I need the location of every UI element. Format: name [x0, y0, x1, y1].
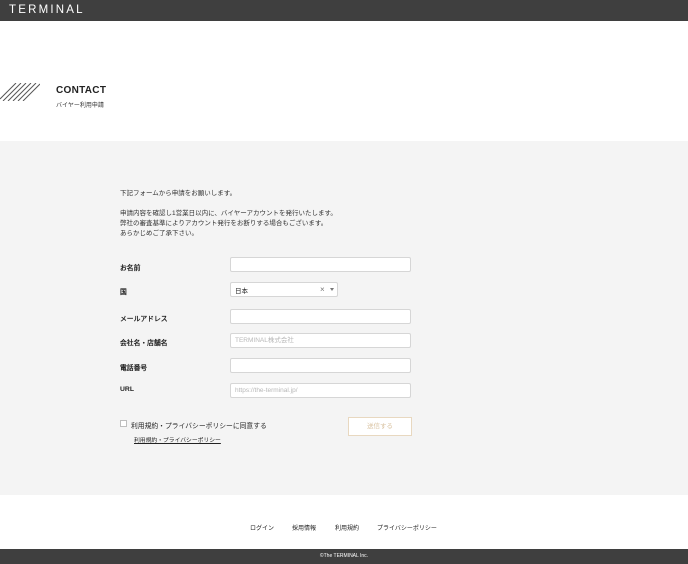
url-label: URL [120, 386, 134, 393]
intro-text: 下記フォームから申請をお願いします。 [120, 190, 237, 197]
intro-text: あらかじめご了承下さい。 [120, 230, 198, 237]
hero-section [0, 21, 688, 141]
country-select[interactable]: 日本 × [230, 282, 338, 297]
company-label: 会社名・店舗名 [120, 340, 168, 347]
page-title: CONTACT [56, 85, 107, 96]
url-input[interactable] [230, 383, 411, 398]
intro-text: 申請内容を確認し1営業日以内に、バイヤーアカウントを発行いたします。 [120, 210, 337, 217]
footer-link-login[interactable]: ログイン [250, 523, 274, 532]
footer-link-careers[interactable]: 採用情報 [292, 523, 316, 532]
agree-label[interactable]: 利用規約・プライバシーポリシーに同意する [131, 420, 267, 430]
diagonal-stripes-decoration [0, 83, 40, 101]
company-input[interactable] [230, 333, 411, 348]
name-label: お名前 [120, 265, 141, 272]
phone-label: 電話番号 [120, 365, 148, 372]
top-bar: TERMINAL [0, 0, 688, 21]
footer-link-privacy[interactable]: プライバシーポリシー [377, 523, 437, 532]
terminal-logo[interactable]: TERMINAL [9, 4, 85, 17]
footer-link-terms[interactable]: 利用規約 [335, 523, 359, 532]
name-input[interactable] [230, 257, 411, 272]
submit-button[interactable]: 送信する [348, 417, 412, 436]
email-label: メールアドレス [120, 316, 168, 323]
clear-icon[interactable]: × [320, 284, 325, 295]
footer-nav: ログイン 採用情報 利用規約 プライバシーポリシー [0, 495, 688, 549]
agree-checkbox[interactable] [120, 420, 127, 427]
bottom-bar: ©The TERMINAL Inc. [0, 549, 688, 564]
country-label: 国 [120, 289, 127, 296]
email-input[interactable] [230, 309, 411, 324]
intro-text: 弊社の審査基準によりアカウント発行をお断りする場合もございます。 [120, 220, 328, 227]
phone-input[interactable] [230, 358, 411, 373]
country-select-value: 日本 [235, 288, 248, 295]
terms-privacy-link[interactable]: 利用規約・プライバシーポリシー [134, 435, 221, 444]
copyright-text: ©The TERMINAL Inc. [319, 553, 369, 559]
chevron-down-icon[interactable] [330, 288, 334, 291]
page-subtitle: バイヤー利用申請 [56, 103, 104, 109]
